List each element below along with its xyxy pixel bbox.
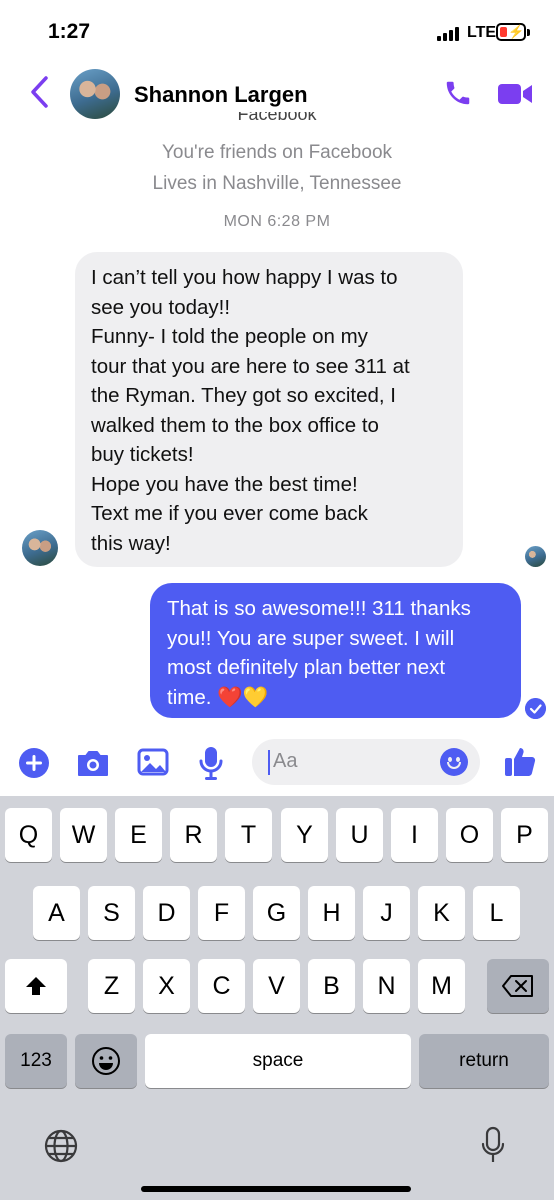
image-icon[interactable] [137,747,169,777]
home-indicator [141,1186,411,1192]
emoji-keyboard-key[interactable] [75,1034,137,1088]
keyboard: Q W E R T Y U I O P A S D F G H J K L Z … [0,796,554,1200]
key-o[interactable]: O [446,808,493,862]
message-input-placeholder: Aa [273,750,298,772]
key-a[interactable]: A [33,886,80,940]
globe-icon[interactable] [43,1128,79,1164]
text-caret [268,750,270,775]
sender-avatar[interactable] [22,530,58,566]
status-time: 1:27 [48,20,91,43]
key-c[interactable]: C [198,959,245,1013]
key-n[interactable]: N [363,959,410,1013]
dictation-icon[interactable] [480,1126,506,1166]
message-line: the Ryman. They got so excited, I [91,384,396,407]
message-timestamp: MON 6:28 PM [223,213,331,230]
message-line: time. ❤️💛 [167,685,269,709]
message-line: Funny- I told the people on my [91,325,368,348]
shift-key[interactable] [5,959,67,1013]
key-t[interactable]: T [225,808,272,862]
message-input[interactable]: Aa [252,739,480,785]
thumbs-up-icon[interactable] [503,744,537,778]
battery-nub [527,29,530,36]
back-chevron-icon[interactable] [28,74,52,110]
key-m[interactable]: M [418,959,465,1013]
key-j[interactable]: J [363,886,410,940]
shift-icon [26,977,46,995]
message-line: Hope you have the best time! [91,472,358,496]
key-f[interactable]: F [198,886,245,940]
message-line: That is so awesome!!! 311 thanks [167,597,471,620]
key-d[interactable]: D [143,886,190,940]
key-h[interactable]: H [308,886,355,940]
profile-partial-line: Facebook [237,112,317,124]
backspace-icon [502,975,533,997]
key-r[interactable]: R [170,808,217,862]
phone-icon[interactable] [443,78,473,108]
key-x[interactable]: X [143,959,190,1013]
message-line: walked them to the box office to [91,413,379,437]
key-u[interactable]: U [336,808,383,862]
numbers-key[interactable]: 123 [5,1034,67,1088]
delivered-check-icon [525,698,546,719]
network-label: LTE [467,24,497,41]
read-receipt-avatar [525,546,546,567]
video-camera-icon[interactable] [497,82,533,106]
status-bar: 1:27 LTE ⚡ [0,0,554,62]
backspace-key[interactable] [487,959,549,1013]
emoji-icon[interactable] [440,748,468,776]
key-b[interactable]: B [308,959,355,1013]
key-k[interactable]: K [418,886,465,940]
key-s[interactable]: S [88,886,135,940]
key-q[interactable]: Q [5,808,52,862]
plus-icon[interactable] [18,747,50,779]
message-line: see you today!! [91,295,231,319]
incoming-message-bubble[interactable]: I can’t tell you how happy I was to see … [75,252,463,567]
camera-icon[interactable] [76,748,110,778]
return-key[interactable]: return [419,1034,549,1088]
message-composer: Aa [0,730,554,796]
key-i[interactable]: I [391,808,438,862]
contact-name[interactable]: Shannon Largen [134,82,308,108]
key-p[interactable]: P [501,808,548,862]
key-e[interactable]: E [115,808,162,862]
message-line: tour that you are here to see 311 at [91,354,410,378]
location-info: Lives in Nashville, Tennessee [152,173,402,194]
message-line: I can’t tell you how happy I was to [91,266,398,289]
battery-icon: ⚡ [496,23,526,41]
message-line: you!! You are super sweet. I will [167,626,455,650]
friends-status: You're friends on Facebook [161,142,393,163]
outgoing-message-bubble[interactable]: That is so awesome!!! 311 thanks you!! Y… [150,583,521,718]
key-g[interactable]: G [253,886,300,940]
key-l[interactable]: L [473,886,520,940]
message-line: most definitely plan better next [167,656,446,679]
message-line: Text me if you ever come back [91,502,368,525]
key-w[interactable]: W [60,808,107,862]
microphone-icon[interactable] [198,745,224,781]
emoji-keyboard-icon [92,1047,120,1075]
signal-icon [437,27,463,41]
space-key[interactable]: space [145,1034,411,1088]
key-v[interactable]: V [253,959,300,1013]
message-line: buy tickets! [91,443,194,466]
message-line: this way! [91,531,171,555]
key-y[interactable]: Y [281,808,328,862]
key-z[interactable]: Z [88,959,135,1013]
